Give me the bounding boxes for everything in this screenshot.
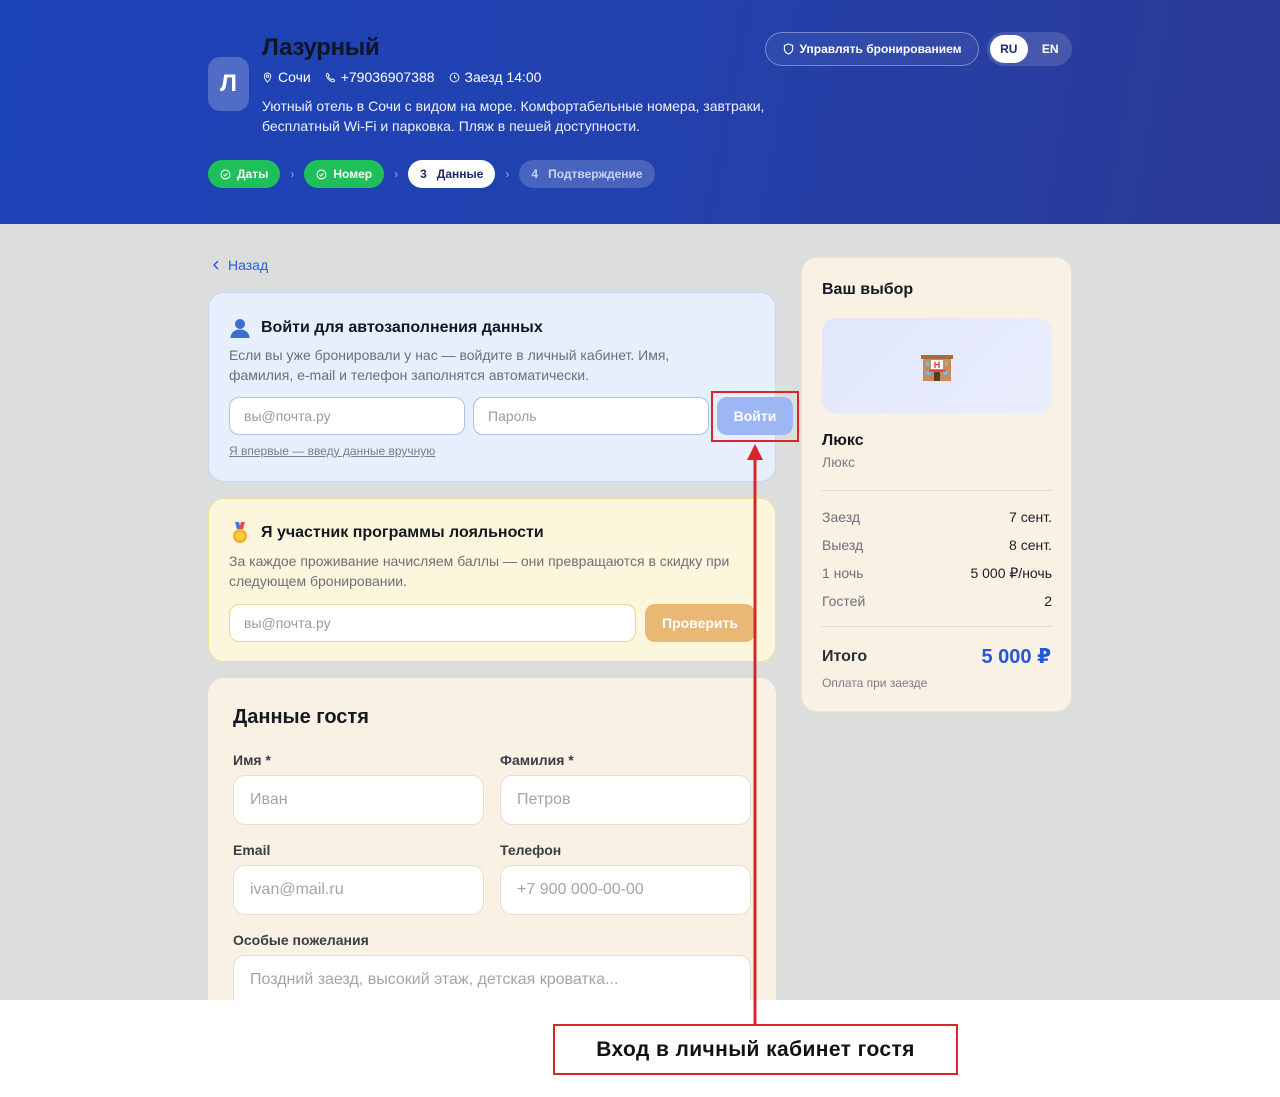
step-label: Даты (237, 167, 269, 181)
chevron-left-icon (212, 260, 219, 270)
chevron-right-icon: › (505, 167, 510, 181)
phone-number: +79036907388 (340, 69, 435, 85)
room-image: H (822, 318, 1052, 414)
step-number: 4 (531, 167, 539, 181)
step-dates[interactable]: Даты (208, 160, 281, 188)
loyalty-email-input[interactable]: вы@почта.ру (229, 604, 636, 642)
payment-note: Оплата при заезде (822, 676, 928, 690)
login-password-input[interactable]: Пароль (473, 397, 709, 435)
first-name-label: Имя * (233, 752, 271, 768)
check-circle-icon (316, 169, 327, 179)
summary-title: Ваш выбор (822, 281, 914, 298)
booking-screenshot: Л Лазурный Сочи +79036907388 Заезд 14:00… (0, 0, 1280, 1000)
summary-row-nights: 1 ночь 5 000 ₽/ночь (822, 565, 1052, 582)
email-label: Email (233, 842, 271, 858)
phone-field[interactable]: +7 900 000-00-00 (500, 865, 751, 915)
room-type: Люкс (822, 454, 855, 470)
hotel-meta: Сочи +79036907388 Заезд 14:00 (262, 69, 541, 85)
row-value: 7 сент. (1009, 509, 1052, 525)
wishes-label: Особые пожелания (233, 932, 369, 948)
first-name-field[interactable]: Иван (233, 775, 484, 825)
back-link[interactable]: Назад (212, 257, 268, 273)
row-value: 2 (1044, 593, 1052, 609)
room-name: Люкс (822, 432, 864, 449)
step-label: Подтверждение (548, 167, 643, 181)
wishes-textarea[interactable]: Поздний заезд, высокий этаж, детская кро… (233, 955, 751, 1000)
location: Сочи (262, 69, 311, 85)
check-circle-icon (220, 169, 231, 179)
row-key: Гостей (822, 593, 866, 609)
loyalty-title-text: Я участник программы лояльности (261, 524, 544, 541)
divider (822, 626, 1052, 627)
loyalty-description: За каждое проживание начисляем баллы — о… (229, 553, 730, 589)
step-label: Данные (436, 167, 484, 181)
total-label: Итого (822, 648, 868, 665)
language-switcher: RU EN (987, 32, 1072, 66)
hotel-icon: H (921, 355, 953, 381)
step-confirmation: 4 Подтверждение (519, 160, 655, 188)
divider (822, 490, 1052, 491)
user-icon (230, 319, 250, 338)
booking-summary: Ваш выбор H Люкс Люкс Заезд 7 сент. Выез… (801, 257, 1072, 712)
lang-en[interactable]: EN (1032, 35, 1070, 63)
summary-row-checkout: Выезд 8 сент. (822, 537, 1052, 553)
header: Л Лазурный Сочи +79036907388 Заезд 14:00… (0, 0, 1280, 224)
booking-steps: Даты › Номер › 3 Данные › 4 Подтверждени… (208, 160, 655, 188)
chevron-right-icon: › (394, 167, 399, 181)
row-key: 1 ночь (822, 565, 864, 581)
last-name-label: Фамилия * (500, 752, 574, 768)
phone-label: Телефон (500, 842, 562, 858)
login-email-input[interactable]: вы@почта.ру (229, 397, 465, 435)
summary-row-guests: Гостей 2 (822, 593, 1052, 609)
hotel-name: Лазурный (262, 34, 380, 61)
loyalty-card: Я участник программы лояльности За каждо… (208, 498, 776, 662)
loyalty-title: Я участник программы лояльности (229, 521, 544, 545)
checkin-text: Заезд 14:00 (464, 69, 542, 85)
loyalty-check-button[interactable]: Проверить (645, 604, 755, 642)
manage-booking-button[interactable]: Управлять бронированием (765, 32, 979, 66)
manage-booking-label: Управлять бронированием (799, 42, 962, 56)
row-value: 8 сент. (1009, 537, 1052, 553)
login-title-text: Войти для автозаполнения данных (261, 319, 543, 336)
phone[interactable]: +79036907388 (325, 69, 435, 85)
city: Сочи (278, 69, 311, 85)
login-title: Войти для автозаполнения данных (229, 317, 543, 339)
shield-icon (783, 43, 793, 55)
row-key: Заезд (822, 509, 861, 525)
chevron-right-icon: › (290, 167, 295, 181)
hotel-logo: Л (208, 57, 249, 111)
last-name-field[interactable]: Петров (500, 775, 751, 825)
annotation-callout: Вход в личный кабинет гостя (553, 1024, 958, 1075)
svg-text:H: H (934, 360, 941, 370)
step-details: 3 Данные (408, 160, 496, 188)
medal-icon (233, 522, 247, 543)
back-label: Назад (228, 257, 269, 273)
step-label: Номер (333, 167, 373, 181)
lang-ru[interactable]: RU (990, 35, 1028, 63)
guest-details-title: Данные гостя (233, 706, 369, 728)
step-number: 3 (420, 167, 427, 181)
clock-icon (449, 72, 459, 82)
login-card: Войти для автозаполнения данных Если вы … (208, 292, 793, 482)
row-key: Выезд (822, 537, 864, 553)
hotel-description: Уютный отель в Сочи с видом на море. Ком… (262, 98, 765, 134)
step-room[interactable]: Номер (304, 160, 385, 188)
guest-details-card: Данные гостя Имя * Фамилия * Иван Петров… (208, 678, 776, 1000)
row-value: 5 000 ₽/ночь (970, 565, 1052, 581)
checkin-time: Заезд 14:00 (449, 69, 542, 85)
phone-icon (325, 72, 335, 82)
annotation-arrow (747, 444, 763, 1024)
login-description: Если вы уже бронировали у нас — войдите … (229, 347, 670, 383)
summary-row-checkin: Заезд 7 сент. (822, 509, 1052, 525)
email-field[interactable]: ivan@mail.ru (233, 865, 484, 915)
login-button-highlight (711, 391, 799, 442)
total-value: 5 000 ₽ (981, 646, 1051, 668)
location-pin-icon (263, 71, 272, 83)
manual-entry-link[interactable]: Я впервые — введу данные вручную (229, 444, 435, 458)
